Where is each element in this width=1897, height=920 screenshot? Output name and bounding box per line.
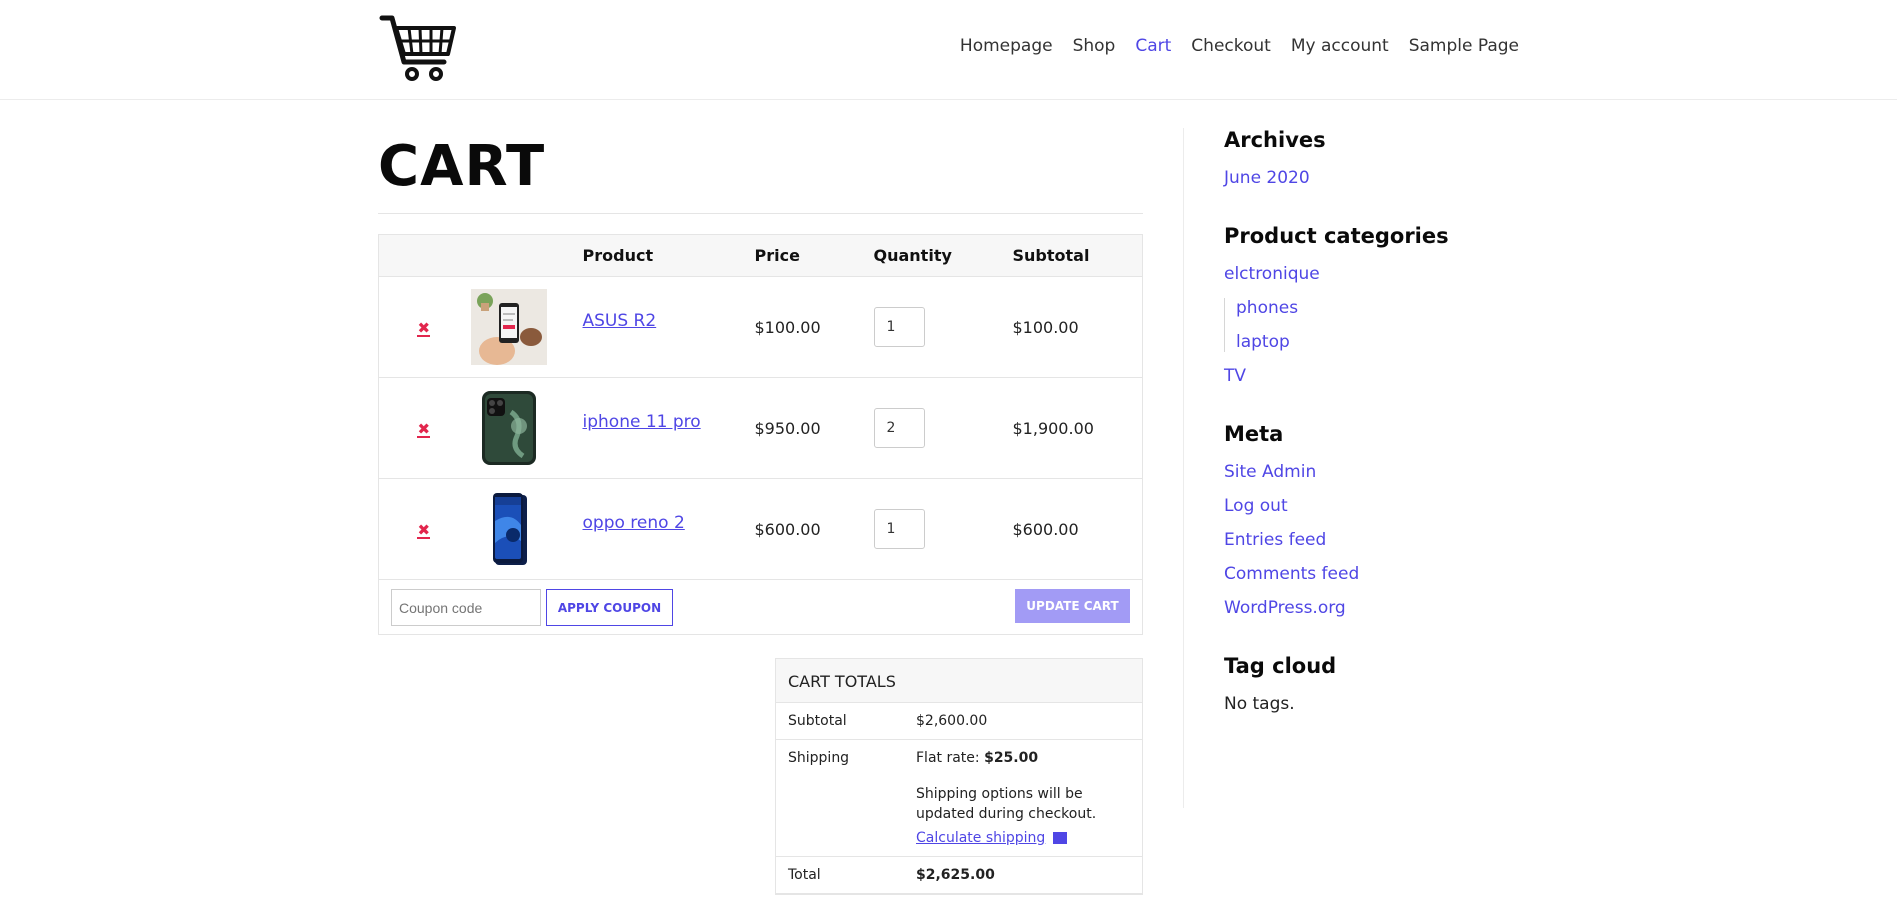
product-subtotal: $100.00 xyxy=(1012,276,1143,378)
cart-row: ✖ iphone 11 pro $950.00 2 $1,900.00 xyxy=(378,377,1143,479)
meta-link-log-out[interactable]: Log out xyxy=(1224,496,1483,516)
category-link-tv[interactable]: TV xyxy=(1224,366,1483,386)
meta-link-comments-feed[interactable]: Comments feed xyxy=(1224,564,1483,584)
product-price: $950.00 xyxy=(754,377,874,479)
totals-subtotal-value: $2,600.00 xyxy=(916,713,988,729)
quantity-input[interactable] xyxy=(873,509,925,549)
totals-shipping-row: Shipping Flat rate: $25.00 Shipping opti… xyxy=(776,740,1142,857)
product-link[interactable]: ASUS R2 xyxy=(583,311,657,331)
remove-item-icon[interactable]: ✖ xyxy=(417,522,431,539)
archives-title: Archives xyxy=(1224,128,1326,152)
header-quantity: Quantity xyxy=(873,234,1013,277)
header-price: Price xyxy=(754,234,874,277)
coupon-input[interactable] xyxy=(391,589,541,626)
totals-shipping-label: Shipping xyxy=(788,750,850,766)
page-title: CART xyxy=(378,134,1143,214)
header-subtotal: Subtotal xyxy=(1012,234,1143,277)
header-product: Product xyxy=(582,234,755,277)
totals-total-row: Total $2,625.00 xyxy=(776,857,1142,894)
product-price: $100.00 xyxy=(754,276,874,378)
cart-table: Product Price Quantity Subtotal ✖ ASUS R… xyxy=(378,234,1143,635)
tag-cloud-title: Tag cloud xyxy=(1224,654,1337,678)
main-nav: Homepage Shop Cart Checkout My account S… xyxy=(960,36,1519,56)
widget-meta: Meta Site Admin Log out Entries feed Com… xyxy=(1224,422,1483,618)
product-thumbnail-iphone[interactable] xyxy=(470,390,547,466)
no-tags-text: No tags. xyxy=(1224,694,1295,714)
quantity-input[interactable] xyxy=(873,408,925,448)
cart-row: ✖ oppo reno 2 $600.00 $600.00 xyxy=(378,478,1143,580)
widget-archives: Archives June 2020 xyxy=(1224,128,1483,188)
main-content: CART Product Price Quantity Subtotal ✖ A… xyxy=(378,100,1143,895)
nav-shop[interactable]: Shop xyxy=(1073,36,1116,56)
nav-sample-page[interactable]: Sample Page xyxy=(1409,36,1519,56)
widget-product-categories: Product categories elctronique phones la… xyxy=(1224,224,1483,386)
cart-logo-icon[interactable] xyxy=(378,12,458,84)
cart-actions-row: APPLY COUPON UPDATE CART xyxy=(379,580,1143,635)
remove-item-icon[interactable]: ✖ xyxy=(417,421,431,438)
nav-homepage[interactable]: Homepage xyxy=(960,36,1053,56)
meta-link-wordpress[interactable]: WordPress.org xyxy=(1224,598,1483,618)
shipping-method: Flat rate: $25.00 xyxy=(916,750,1039,766)
header-thumb xyxy=(468,234,583,277)
cart-row: ✖ ASUS R2 $100.00 1 $100.00 xyxy=(378,276,1143,378)
category-link-elctronique[interactable]: elctronique xyxy=(1224,264,1483,284)
product-thumbnail-oppo[interactable] xyxy=(470,491,547,567)
shipping-cost: $25.00 xyxy=(984,750,1039,766)
product-thumbnail-asus[interactable] xyxy=(470,289,547,365)
totals-total-value: $2,625.00 xyxy=(916,867,995,883)
remove-item-icon[interactable]: ✖ xyxy=(417,320,431,337)
nav-cart[interactable]: Cart xyxy=(1135,36,1171,56)
header-remove xyxy=(378,234,469,277)
totals-subtotal-label: Subtotal xyxy=(788,713,847,729)
widget-tag-cloud: Tag cloud No tags. xyxy=(1224,654,1483,714)
meta-link-entries-feed[interactable]: Entries feed xyxy=(1224,530,1483,550)
product-price: $600.00 xyxy=(754,478,874,580)
category-link-laptop[interactable]: laptop xyxy=(1236,332,1483,352)
categories-title: Product categories xyxy=(1224,224,1449,248)
cart-totals-heading: CART TOTALS xyxy=(776,659,1142,703)
subcategory-list: phones laptop xyxy=(1224,298,1483,352)
calculate-shipping-link[interactable]: Calculate shipping xyxy=(916,830,1045,846)
totals-total-label: Total xyxy=(788,867,821,883)
archive-link[interactable]: June 2020 xyxy=(1224,168,1483,188)
sidebar: Archives June 2020 Product categories el… xyxy=(1183,128,1483,808)
category-link-phones[interactable]: phones xyxy=(1236,298,1483,318)
update-cart-button[interactable]: UPDATE CART xyxy=(1015,589,1130,623)
cart-header-row: Product Price Quantity Subtotal xyxy=(378,234,1143,277)
product-link[interactable]: oppo reno 2 xyxy=(583,513,685,533)
truck-icon[interactable] xyxy=(1053,832,1068,844)
site-header: Homepage Shop Cart Checkout My account S… xyxy=(0,0,1897,100)
meta-title: Meta xyxy=(1224,422,1284,446)
nav-checkout[interactable]: Checkout xyxy=(1191,36,1271,56)
product-subtotal: $1,900.00 xyxy=(1012,377,1143,479)
quantity-input[interactable] xyxy=(873,307,925,347)
cart-totals: CART TOTALS Subtotal $2,600.00 Shipping … xyxy=(775,658,1143,895)
product-subtotal: $600.00 xyxy=(1012,478,1143,580)
shipping-note: Shipping options will be updated during … xyxy=(916,786,1097,822)
meta-link-site-admin[interactable]: Site Admin xyxy=(1224,462,1483,482)
product-link[interactable]: iphone 11 pro xyxy=(583,412,701,432)
nav-my-account[interactable]: My account xyxy=(1291,36,1389,56)
apply-coupon-button[interactable]: APPLY COUPON xyxy=(546,589,673,626)
totals-subtotal-row: Subtotal $2,600.00 xyxy=(776,703,1142,740)
